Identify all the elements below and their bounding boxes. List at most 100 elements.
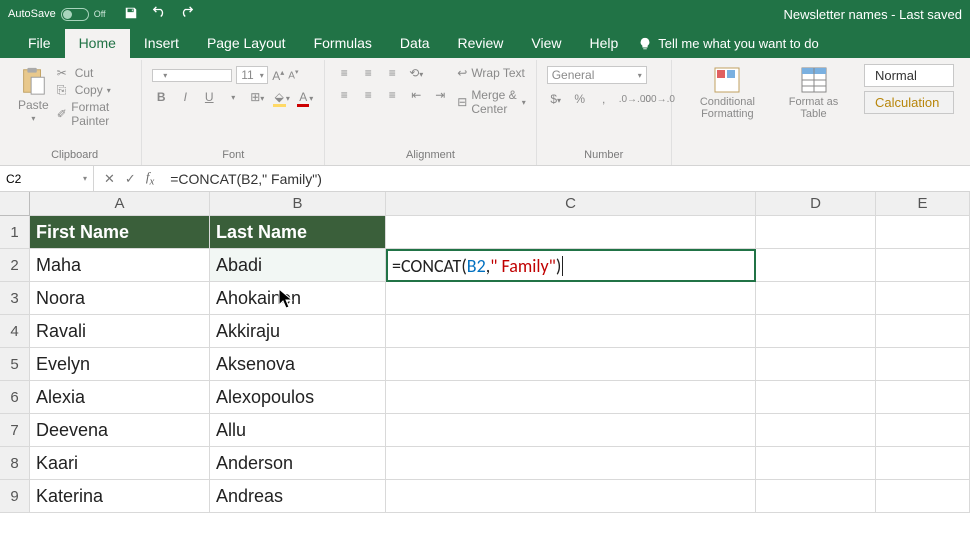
save-icon[interactable] — [124, 6, 138, 23]
paste-button[interactable]: Paste ▾ — [18, 66, 49, 123]
cell[interactable]: Kaari — [30, 447, 210, 480]
cell[interactable] — [756, 348, 876, 381]
header-cell[interactable]: First Name — [30, 216, 210, 249]
tab-insert[interactable]: Insert — [130, 29, 193, 58]
cell[interactable] — [386, 216, 756, 249]
tab-home[interactable]: Home — [65, 29, 130, 58]
cell[interactable] — [756, 282, 876, 315]
tab-data[interactable]: Data — [386, 29, 444, 58]
font-size-selector[interactable]: 11▾ — [236, 66, 268, 84]
cell[interactable]: Evelyn — [30, 348, 210, 381]
cell[interactable] — [876, 315, 970, 348]
enter-formula-icon[interactable]: ✓ — [125, 171, 136, 187]
cell[interactable]: Ravali — [30, 315, 210, 348]
column-header-d[interactable]: D — [756, 192, 876, 216]
cell[interactable] — [386, 414, 756, 447]
style-normal[interactable]: Normal — [864, 64, 954, 87]
style-calculation[interactable]: Calculation — [864, 91, 954, 114]
font-color-button[interactable]: A▾ — [296, 90, 314, 104]
font-selector[interactable]: ▾ — [152, 69, 232, 82]
cell[interactable] — [876, 249, 970, 282]
cell[interactable] — [876, 381, 970, 414]
tab-page-layout[interactable]: Page Layout — [193, 29, 300, 58]
cell[interactable] — [876, 414, 970, 447]
tell-me-search[interactable]: Tell me what you want to do — [638, 36, 818, 58]
accounting-format-button[interactable]: $▾ — [547, 92, 565, 106]
copy-button[interactable]: ⎘Copy▾ — [57, 83, 132, 97]
cell[interactable]: Maha — [30, 249, 210, 282]
cell[interactable] — [876, 348, 970, 381]
undo-icon[interactable] — [152, 6, 166, 23]
tab-review[interactable]: Review — [444, 29, 518, 58]
format-painter-button[interactable]: ✐Format Painter — [57, 100, 132, 128]
increase-decimal-button[interactable]: .0→.00 — [619, 94, 637, 105]
cell[interactable] — [756, 447, 876, 480]
formula-input[interactable]: =CONCAT(B2," Family") — [164, 171, 970, 187]
cancel-formula-icon[interactable]: ✕ — [104, 171, 115, 187]
cell[interactable]: Aksenova — [210, 348, 386, 381]
cell[interactable]: Deevena — [30, 414, 210, 447]
cell[interactable] — [756, 414, 876, 447]
conditional-formatting-button[interactable]: Conditional Formatting — [682, 66, 773, 120]
cell[interactable]: Allu — [210, 414, 386, 447]
cell[interactable]: Abadi — [210, 249, 386, 282]
toggle-off-icon[interactable] — [61, 8, 89, 21]
tab-help[interactable]: Help — [576, 29, 633, 58]
autosave-toggle[interactable]: AutoSave Off — [8, 8, 106, 21]
cell-styles-gallery[interactable]: Normal Calculation — [856, 60, 962, 165]
decrease-font-icon[interactable]: A▾ — [288, 68, 298, 81]
decrease-decimal-button[interactable]: .00→.0 — [643, 94, 661, 105]
underline-button[interactable]: U — [200, 90, 218, 104]
cell[interactable] — [756, 249, 876, 282]
cell[interactable]: Ahokainen — [210, 282, 386, 315]
column-header-e[interactable]: E — [876, 192, 970, 216]
cell[interactable] — [876, 216, 970, 249]
percent-format-button[interactable]: % — [571, 92, 589, 106]
cell[interactable] — [386, 447, 756, 480]
row-header[interactable]: 3 — [0, 282, 30, 315]
merge-center-button[interactable]: ⊟Merge & Center▾ — [457, 88, 525, 116]
cell[interactable] — [386, 381, 756, 414]
cell[interactable]: Anderson — [210, 447, 386, 480]
tab-formulas[interactable]: Formulas — [300, 29, 386, 58]
row-header[interactable]: 6 — [0, 381, 30, 414]
increase-indent-icon[interactable]: ⇥ — [431, 88, 449, 102]
row-header[interactable]: 5 — [0, 348, 30, 381]
bold-button[interactable]: B — [152, 90, 170, 104]
cell[interactable]: Akkiraju — [210, 315, 386, 348]
cell[interactable]: Andreas — [210, 480, 386, 513]
cell[interactable] — [756, 381, 876, 414]
cell[interactable]: Katerina — [30, 480, 210, 513]
cell[interactable] — [756, 216, 876, 249]
cell[interactable] — [756, 315, 876, 348]
align-left-icon[interactable]: ≡ — [335, 88, 353, 102]
italic-button[interactable]: I — [176, 90, 194, 104]
insert-function-icon[interactable]: fx — [146, 169, 154, 188]
orientation-icon[interactable]: ⟲▾ — [407, 66, 425, 80]
active-cell-editing[interactable]: =CONCAT(B2," Family") — [386, 249, 756, 282]
cell[interactable] — [386, 282, 756, 315]
wrap-text-button[interactable]: ↩Wrap Text — [457, 66, 525, 80]
cell[interactable]: Noora — [30, 282, 210, 315]
row-header[interactable]: 2 — [0, 249, 30, 282]
align-bottom-icon[interactable]: ≡ — [383, 66, 401, 80]
number-format-selector[interactable]: General▾ — [547, 66, 647, 84]
column-header-c[interactable]: C — [386, 192, 756, 216]
cell[interactable] — [876, 282, 970, 315]
border-button[interactable]: ⊞▾ — [248, 90, 266, 104]
tab-view[interactable]: View — [517, 29, 575, 58]
fill-color-button[interactable]: ⬙▾ — [272, 90, 290, 104]
increase-font-icon[interactable]: A▴ — [272, 68, 284, 83]
decrease-indent-icon[interactable]: ⇤ — [407, 88, 425, 102]
name-box[interactable]: C2 ▾ — [0, 166, 94, 191]
cell[interactable] — [386, 315, 756, 348]
row-header[interactable]: 9 — [0, 480, 30, 513]
cell[interactable] — [756, 480, 876, 513]
row-header[interactable]: 7 — [0, 414, 30, 447]
cell[interactable]: Alexopoulos — [210, 381, 386, 414]
cell[interactable] — [876, 447, 970, 480]
align-center-icon[interactable]: ≡ — [359, 88, 377, 102]
column-header-a[interactable]: A — [30, 192, 210, 216]
cell[interactable] — [876, 480, 970, 513]
comma-format-button[interactable]: , — [595, 92, 613, 106]
